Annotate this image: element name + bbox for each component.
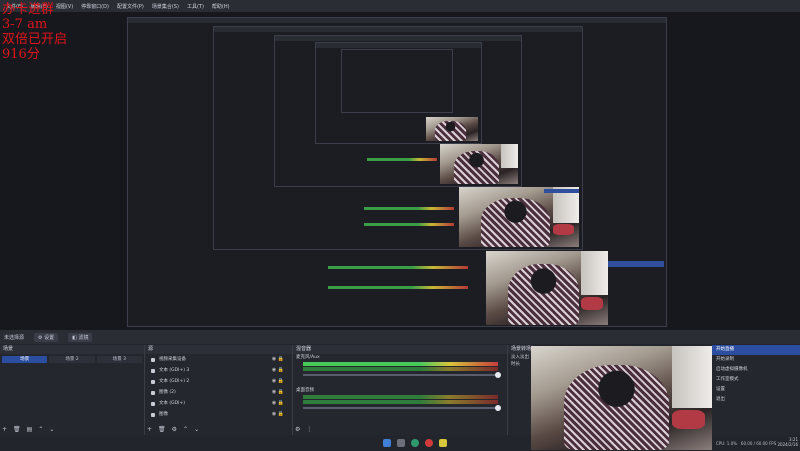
browser-icon[interactable] xyxy=(411,439,419,447)
system-tray: 3:21 2024/2/16 xyxy=(777,437,798,447)
overlay-line-2: 3-7 am xyxy=(2,17,48,32)
desktop-volume-slider[interactable] xyxy=(303,405,501,411)
mic-volume-meter-right xyxy=(303,367,498,371)
camera-icon xyxy=(151,357,155,362)
mixer-settings-icon[interactable]: ⚙ xyxy=(295,426,300,433)
scene-item-3[interactable]: 场景 3 xyxy=(96,356,142,363)
preview-canvas[interactable] xyxy=(0,12,800,330)
webcam-preview-small xyxy=(440,144,518,184)
menu-scene-collection[interactable]: 场景集合(S) xyxy=(152,3,179,10)
desktop-volume-meter xyxy=(303,395,498,399)
app-icon[interactable] xyxy=(439,439,447,447)
nested-obs-level-5 xyxy=(341,49,453,113)
sources-panel-title: 源 xyxy=(145,345,292,354)
visibility-eye-icon[interactable]: ◉ 🔒 xyxy=(272,365,284,376)
visibility-eye-icon[interactable]: ◉ 🔒 xyxy=(272,387,284,398)
source-control-bar: 未选择源 ⚙ 设置 ◧ 滤镜 xyxy=(0,330,800,344)
add-source-icon[interactable]: + xyxy=(147,426,152,433)
webcam-preview-medium xyxy=(459,187,579,247)
start-streaming-button[interactable]: 开始直播 xyxy=(712,345,800,355)
source-item[interactable]: 图像 (2) ◉ 🔒 xyxy=(145,387,292,398)
desktop-volume-meter-right xyxy=(303,400,498,404)
visibility-eye-icon[interactable]: ◉ 🔒 xyxy=(272,398,284,409)
scene-item-1[interactable]: 场景 xyxy=(2,356,48,363)
overlay-line-3: 双倍已开启 xyxy=(2,32,68,47)
scenes-panel-title: 场景 xyxy=(0,345,144,354)
text-icon xyxy=(151,368,155,373)
move-up-icon[interactable]: ⌃ xyxy=(38,426,43,433)
menu-tools[interactable]: 工具(T) xyxy=(187,3,204,10)
stream-overlay-text: 办卡进群 3-7 am 双倍已开启 916分 xyxy=(2,2,67,62)
scenes-panel: 场景 场景 场景 2 场景 3 + 🗑 ▤ ⌃ ⌄ xyxy=(0,345,145,435)
mixer-panel-title: 混音器 xyxy=(293,345,507,354)
transition-mode-select[interactable]: 淡入淡出 xyxy=(508,354,532,361)
taskbar xyxy=(300,436,530,450)
start-recording-button[interactable]: 开始录制 xyxy=(712,355,800,365)
move-down-icon[interactable]: ⌄ xyxy=(49,426,54,433)
add-scene-icon[interactable]: + xyxy=(2,426,7,433)
text-icon xyxy=(151,401,155,406)
transition-duration-label: 时长 xyxy=(511,362,520,367)
transitions-panel: 场景转场 淡入淡出 时长 xyxy=(508,345,533,435)
source-settings-button[interactable]: ⚙ 设置 xyxy=(34,332,59,342)
overlay-line-4: 916分 xyxy=(2,47,40,62)
search-icon[interactable] xyxy=(397,439,405,447)
mixer-track-mic-label: 麦克风/Aux xyxy=(296,355,320,360)
start-virtual-camera-button[interactable]: 启动虚拟摄像机 xyxy=(712,365,800,375)
audio-mixer-panel: 混音器 麦克风/Aux 桌面音频 ⚙ ⋮ xyxy=(293,345,508,435)
visibility-eye-icon[interactable]: ◉ 🔒 xyxy=(272,376,284,387)
menu-help[interactable]: 帮助(H) xyxy=(212,3,230,10)
delete-source-icon[interactable]: 🗑 xyxy=(158,426,166,433)
fps-readout: 60.00 / 60.00 FPS xyxy=(740,441,777,446)
source-properties-icon[interactable]: ⚙ xyxy=(172,426,177,433)
source-item[interactable]: 文本 (GDI+) 2 ◉ 🔒 xyxy=(145,376,292,387)
settings-button[interactable]: 设置 xyxy=(712,385,800,395)
overlay-line-1: 办卡进群 xyxy=(2,2,55,17)
move-down-icon[interactable]: ⌄ xyxy=(194,426,199,433)
webcam-capture xyxy=(531,346,712,450)
source-filters-button[interactable]: ◧ 滤镜 xyxy=(68,332,93,342)
cpu-usage: CPU: 1.0% xyxy=(716,441,737,446)
delete-scene-icon[interactable]: 🗑 xyxy=(13,426,21,433)
controls-panel: 开始直播 开始录制 启动虚拟摄像机 工作室模式 设置 退出 xyxy=(712,345,800,435)
nested-obs-level-3 xyxy=(274,35,522,187)
mic-volume-meter xyxy=(303,362,498,366)
clock-date: 2024/2/16 xyxy=(777,442,798,447)
menu-profile[interactable]: 配置文件(P) xyxy=(117,3,144,10)
source-item[interactable]: 图像 ◉ 🔒 xyxy=(145,409,292,420)
image-icon xyxy=(151,390,155,395)
visibility-eye-icon[interactable]: ◉ 🔒 xyxy=(272,409,284,420)
sources-panel: 源 视频采集设备 ◉ 🔒 文本 (GDI+) 3 ◉ 🔒 文本 (GDI+) 2 ◉ … xyxy=(145,345,293,435)
menu-docks[interactable]: 停靠窗口(D) xyxy=(81,3,109,10)
scene-item-2[interactable]: 场景 2 xyxy=(49,356,95,363)
mixer-track-desktop-label: 桌面音频 xyxy=(296,388,314,393)
nested-obs-level-2 xyxy=(213,26,583,250)
move-up-icon[interactable]: ⌃ xyxy=(183,426,188,433)
text-icon xyxy=(151,379,155,384)
visibility-eye-icon[interactable]: ◉ 🔒 xyxy=(272,354,284,365)
nested-obs-level-4 xyxy=(315,42,482,144)
source-item[interactable]: 文本 (GDI+) 3 ◉ 🔒 xyxy=(145,365,292,376)
nested-obs-level-1 xyxy=(127,17,667,327)
no-source-selected: 未选择源 xyxy=(4,334,25,341)
image-icon xyxy=(151,412,155,417)
mixer-menu-icon[interactable]: ⋮ xyxy=(306,426,312,433)
source-item[interactable]: 文本 (GDI+) ◉ 🔒 xyxy=(145,398,292,409)
studio-mode-button[interactable]: 工作室模式 xyxy=(712,375,800,385)
mic-volume-slider[interactable] xyxy=(303,372,501,378)
obs-icon[interactable] xyxy=(425,439,433,447)
scene-filter-icon[interactable]: ▤ xyxy=(27,426,33,433)
exit-button[interactable]: 退出 xyxy=(712,395,800,405)
source-item[interactable]: 视频采集设备 ◉ 🔒 xyxy=(145,354,292,365)
transitions-panel-title: 场景转场 xyxy=(508,345,532,354)
windows-start-icon[interactable] xyxy=(383,439,391,447)
webcam-preview-large xyxy=(486,251,608,325)
webcam-preview-tiny xyxy=(426,117,478,141)
menu-bar: 文件(F) 编辑(E) 视图(V) 停靠窗口(D) 配置文件(P) 场景集合(S… xyxy=(0,0,800,12)
